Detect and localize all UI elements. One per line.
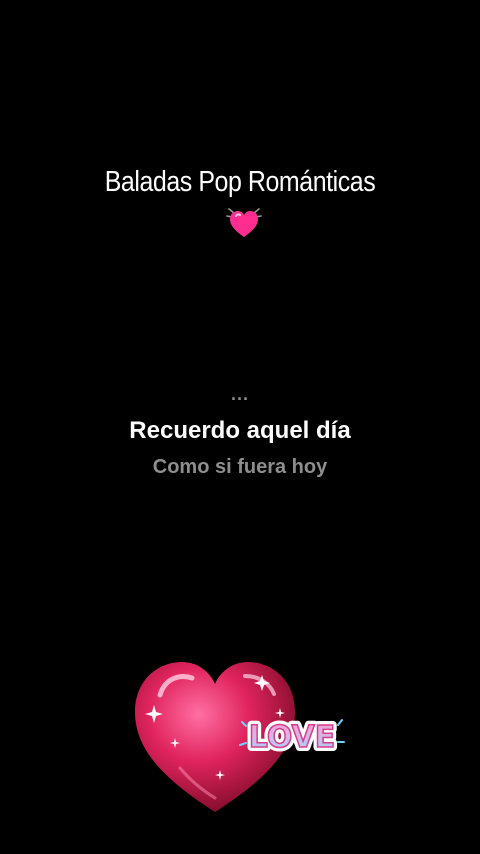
lyrics-indicator: ...: [230, 384, 249, 404]
heart-love-sticker[interactable]: LOVE LOVE: [120, 650, 350, 820]
lyric-next-line: Como si fuera hoy: [152, 456, 328, 478]
beating-heart-icon: [226, 208, 262, 237]
svg-text:LOVE: LOVE: [249, 720, 335, 755]
lyric-current-line: Recuerdo aquel día: [129, 417, 351, 444]
overlay-title: Baladas Pop Románticas: [104, 166, 376, 198]
love-label: LOVE LOVE: [239, 716, 345, 759]
